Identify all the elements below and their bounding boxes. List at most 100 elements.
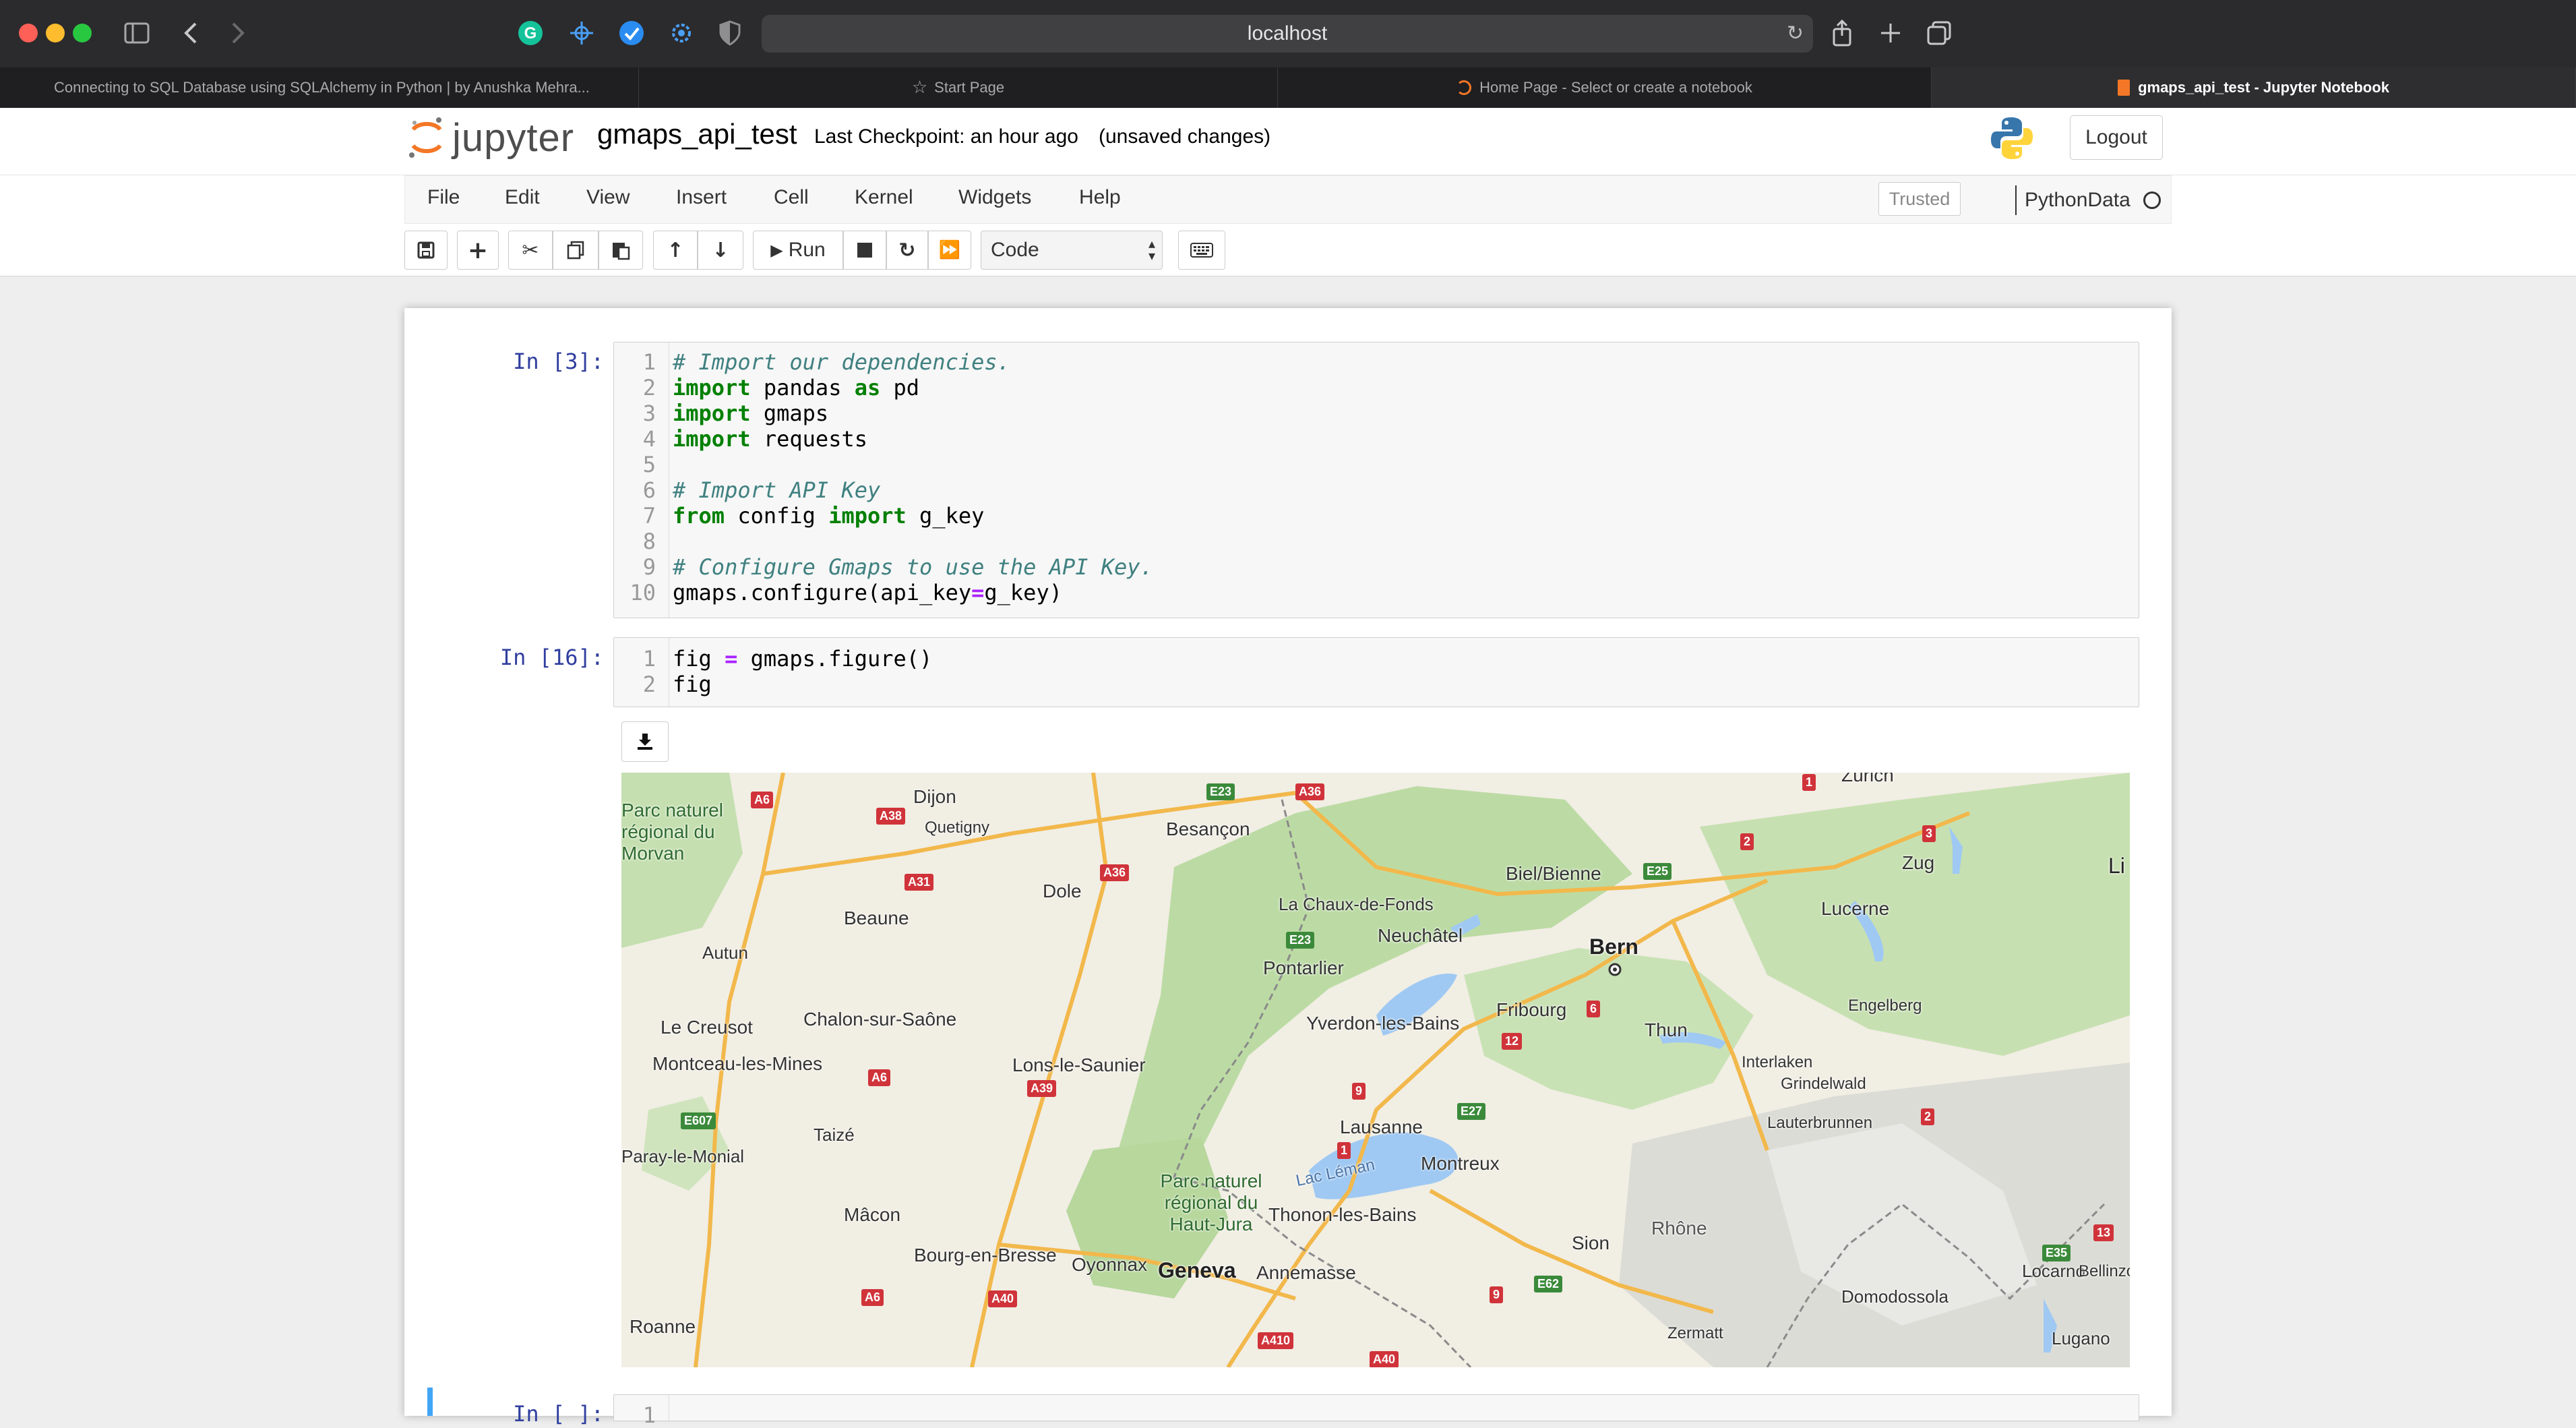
code-comment: # Import API Key [673,477,881,503]
jupyter-logo[interactable]: jupyter [408,115,574,160]
paste-cell-button[interactable] [599,231,643,270]
logout-button[interactable]: Logout [2070,115,2163,160]
command-palette-button[interactable] [1178,231,1225,270]
map-label-city: Li [2108,854,2125,878]
interrupt-kernel-button[interactable] [843,231,886,270]
gmaps-figure[interactable]: Zürich Dijon Quetigny Besançon Parc natu… [621,773,2130,1367]
checkmark-extension-icon[interactable] [615,16,648,50]
map-label-city: Montceau-les-Mines [652,1053,823,1074]
play-icon: ▶ [770,241,783,260]
tab-overview-icon[interactable] [1922,16,1956,50]
road-sign: A38 [876,808,906,825]
map-label-city: Paray-le-Monial [621,1146,745,1166]
code-line: # Import API Key [673,477,880,503]
menu-widgets[interactable]: Widgets [958,186,1031,209]
menu-file[interactable]: File [427,186,460,209]
address-bar[interactable]: localhost ↻ [762,15,1813,53]
jupyter-logo-icon [409,117,442,158]
new-tab-icon[interactable] [1874,16,1907,50]
road-sign: 1 [1337,1142,1351,1159]
cell-prompt: In [3]: [513,349,604,374]
bug-extension-icon[interactable] [565,16,599,50]
map-label-city: Beaune [844,908,909,928]
road-sign: A39 [1027,1080,1057,1097]
star-icon: ☆ [911,78,928,98]
cell-prompt: In [ ]: [513,1401,604,1427]
line-number: 4 [642,426,656,452]
close-window-button[interactable] [19,24,38,42]
menu-insert[interactable]: Insert [676,186,727,209]
menu-cell[interactable]: Cell [774,186,809,209]
map-label-city: Le Creusot [661,1017,753,1038]
notebook-name[interactable]: gmaps_api_test [597,118,797,150]
menu-kernel[interactable]: Kernel [855,186,913,209]
menu-help[interactable]: Help [1079,186,1121,209]
code-line: from config import g_key [673,503,984,529]
share-icon[interactable] [1825,16,1859,50]
line-number: 10 [630,580,656,605]
code-comment: # Import our dependencies. [673,349,1010,375]
cut-cell-button[interactable]: ✂ [508,231,553,270]
reload-icon[interactable]: ↻ [1787,22,1804,45]
cell-type-select[interactable]: Code ▴ ▾ [981,231,1163,270]
code-text: fig [673,672,712,697]
shield-extension-icon[interactable] [713,16,747,50]
tab-start-page[interactable]: ☆ Start Page [639,67,1278,108]
insert-cell-button[interactable]: + [457,231,499,270]
back-icon[interactable] [174,16,208,50]
road-sign: E23 [1206,783,1235,800]
map-label-city: Besançon [1166,819,1250,839]
code-text: config [725,503,829,529]
run-cell-button[interactable]: ▶ Run [753,231,843,270]
code-comment: # Configure Gmaps to use the API Key. [673,554,1153,580]
map-label-city: Neuchâtel [1378,925,1463,946]
forward-icon[interactable] [221,16,255,50]
map-label-city: Pontarlier [1263,957,1344,978]
line-number: 9 [642,554,656,580]
map-label-city: Interlaken [1742,1053,1813,1071]
sidebar-icon[interactable] [120,16,154,50]
map-label-city: Oyonnax [1072,1254,1148,1275]
map-label-city: Zug [1902,852,1935,873]
map-label-city: Zürich [1841,773,1894,785]
move-cell-up-button[interactable]: ↑ [653,231,698,270]
road-sign: A40 [1370,1351,1399,1367]
restart-kernel-button[interactable]: ↻ [886,231,928,270]
menu-edit[interactable]: Edit [505,186,540,209]
map-label-city: Autun [702,943,748,963]
code-keyword: from [673,503,725,529]
code-keyword: import [673,375,751,400]
minimize-window-button[interactable] [46,24,65,42]
tab-gmaps-notebook[interactable]: gmaps_api_test - Jupyter Notebook [1932,67,2576,108]
road-sign: E25 [1643,863,1672,880]
copy-cell-button[interactable] [553,231,599,270]
restart-run-all-button[interactable]: ⏩ [928,231,971,270]
tab-sqlalchemy-article[interactable]: Connecting to SQL Database using SQLAlch… [0,67,639,108]
move-cell-down-button[interactable]: ↓ [698,231,743,270]
grammarly-extension-icon[interactable]: G [514,16,547,50]
road-sign: 1 [1802,774,1816,791]
code-cell-editor[interactable] [613,1394,2139,1421]
map-label-city: Thun [1645,1019,1688,1040]
trusted-indicator[interactable]: Trusted [1878,182,1961,216]
line-number: 5 [642,452,656,477]
tab-jupyter-home[interactable]: Home Page - Select or create a notebook [1278,67,1932,108]
save-button[interactable] [404,231,448,270]
restart-icon: ↻ [898,238,916,262]
road-sign: A36 [1100,864,1130,881]
map-label-city: Annemasse [1256,1262,1356,1283]
menu-view[interactable]: View [586,186,630,209]
maximize-window-button[interactable] [73,24,92,42]
download-map-button[interactable] [621,721,669,762]
code-text: gmaps.configure(api_key [673,580,972,605]
line-number: 6 [642,477,656,503]
road-sign: E62 [1534,1276,1563,1292]
line-number: 7 [642,503,656,529]
code-text: fig [673,646,725,672]
tab-bar: Connecting to SQL Database using SQLAlch… [0,67,2576,108]
code-keyword: import [673,426,751,452]
road-sign: E607 [681,1112,716,1129]
map-label-city: Lauterbrunnen [1767,1114,1873,1132]
kernel-name: PythonData [2015,185,2130,215]
gear-extension-icon[interactable] [665,16,698,50]
